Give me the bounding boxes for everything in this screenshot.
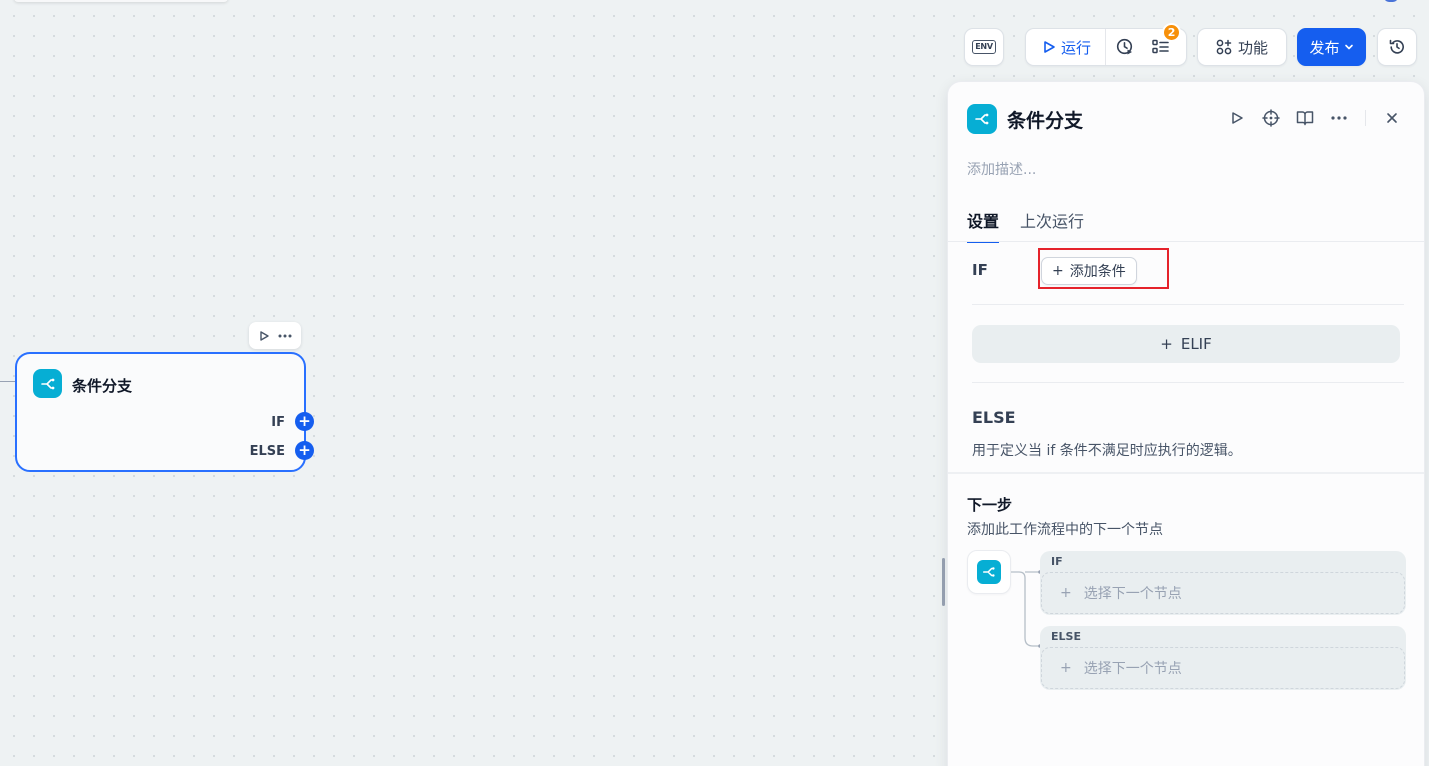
description-input[interactable]: 添加描述... (967, 159, 1036, 179)
if-case-label: IF (972, 261, 988, 279)
node-if-label: IF (271, 415, 285, 430)
book-icon (1296, 111, 1314, 126)
docs-button[interactable] (1293, 106, 1317, 130)
divider (972, 382, 1404, 383)
panel-toolbar (1225, 106, 1404, 130)
run-history-button[interactable] (1106, 29, 1144, 65)
crosshair-icon (1262, 109, 1280, 127)
top-panel-edge (14, 0, 228, 2)
elif-label: ELIF (1180, 335, 1212, 353)
branch-connector (1011, 570, 1041, 648)
select-next-node-label: 选择下一个节点 (1083, 661, 1182, 677)
plus-icon: + (1160, 335, 1173, 353)
plus-icon: + (1060, 660, 1072, 676)
locate-button[interactable] (1259, 106, 1283, 130)
close-icon (1387, 113, 1397, 123)
node-config-panel: 条件分支 添加描述... 设置 上次运行 IF + 添加条件 + ELIF EL… (947, 81, 1425, 766)
close-panel-button[interactable] (1380, 106, 1404, 130)
else-case-label: ELSE (972, 408, 1016, 427)
node-title: 条件分支 (72, 377, 133, 395)
more-icon (1331, 116, 1347, 120)
highlight-box (1038, 248, 1169, 289)
branch-icon (967, 104, 997, 134)
checklist-button[interactable]: 2 (1144, 23, 1182, 65)
run-group: 运行 2 (1025, 23, 1187, 66)
branch-icon (33, 369, 62, 398)
next-step-description: 添加此工作流程中的下一个节点 (967, 522, 1163, 538)
features-label: 功能 (1237, 38, 1268, 57)
if-else-node[interactable]: 条件分支 IF ELSE (15, 352, 306, 472)
toolbar-divider (1365, 110, 1366, 126)
panel-title[interactable]: 条件分支 (1007, 106, 1083, 133)
plus-icon: + (1060, 585, 1072, 601)
play-icon (1232, 112, 1243, 124)
run-button[interactable]: 运行 (1026, 29, 1107, 65)
features-icon (1216, 39, 1232, 55)
avatar[interactable] (1384, 0, 1398, 2)
env-button[interactable]: ENV (964, 28, 1004, 66)
else-output-handle[interactable]: + (295, 441, 314, 460)
tab-settings[interactable]: 设置 (967, 208, 1000, 243)
next-step-title: 下一步 (967, 496, 1013, 514)
select-next-node-button[interactable]: + 选择下一个节点 (1041, 647, 1405, 689)
incoming-edge (0, 381, 15, 382)
node-action-bar (249, 322, 301, 349)
publish-label: 发布 (1309, 38, 1340, 57)
chevron-down-icon (1344, 44, 1353, 50)
panel-resize-handle[interactable] (942, 558, 945, 606)
clock-play-icon (1116, 38, 1133, 55)
next-node-branch-else: ELSE + 选择下一个节点 (1040, 626, 1406, 690)
else-description: 用于定义当 if 条件不满足时应执行的逻辑。 (972, 443, 1242, 459)
select-next-node-button[interactable]: + 选择下一个节点 (1041, 572, 1405, 614)
history-icon (1389, 39, 1404, 54)
more-button[interactable] (1327, 106, 1351, 130)
play-icon[interactable] (258, 330, 270, 342)
run-step-button[interactable] (1225, 106, 1249, 130)
play-icon (1044, 41, 1055, 53)
add-elif-button[interactable]: + ELIF (972, 325, 1400, 363)
branch-icon (977, 560, 1001, 584)
select-next-node-label: 选择下一个节点 (1083, 586, 1182, 602)
branch-label: IF (1051, 555, 1063, 568)
if-output-handle[interactable]: + (295, 412, 314, 431)
checklist-count-badge: 2 (1162, 23, 1182, 42)
tabs-divider (948, 241, 1424, 242)
divider (972, 304, 1404, 305)
env-icon: ENV (972, 40, 996, 54)
run-label: 运行 (1061, 38, 1092, 57)
branch-label: ELSE (1051, 630, 1081, 643)
section-divider (948, 472, 1424, 474)
next-node-branch-if: IF + 选择下一个节点 (1040, 551, 1406, 615)
more-icon[interactable] (278, 334, 292, 338)
version-history-button[interactable] (1377, 28, 1417, 66)
current-node-thumbnail (967, 550, 1011, 594)
tab-last-run[interactable]: 上次运行 (1020, 208, 1084, 241)
node-else-label: ELSE (249, 444, 285, 459)
features-button[interactable]: 功能 (1197, 28, 1287, 66)
publish-button[interactable]: 发布 (1297, 28, 1366, 66)
